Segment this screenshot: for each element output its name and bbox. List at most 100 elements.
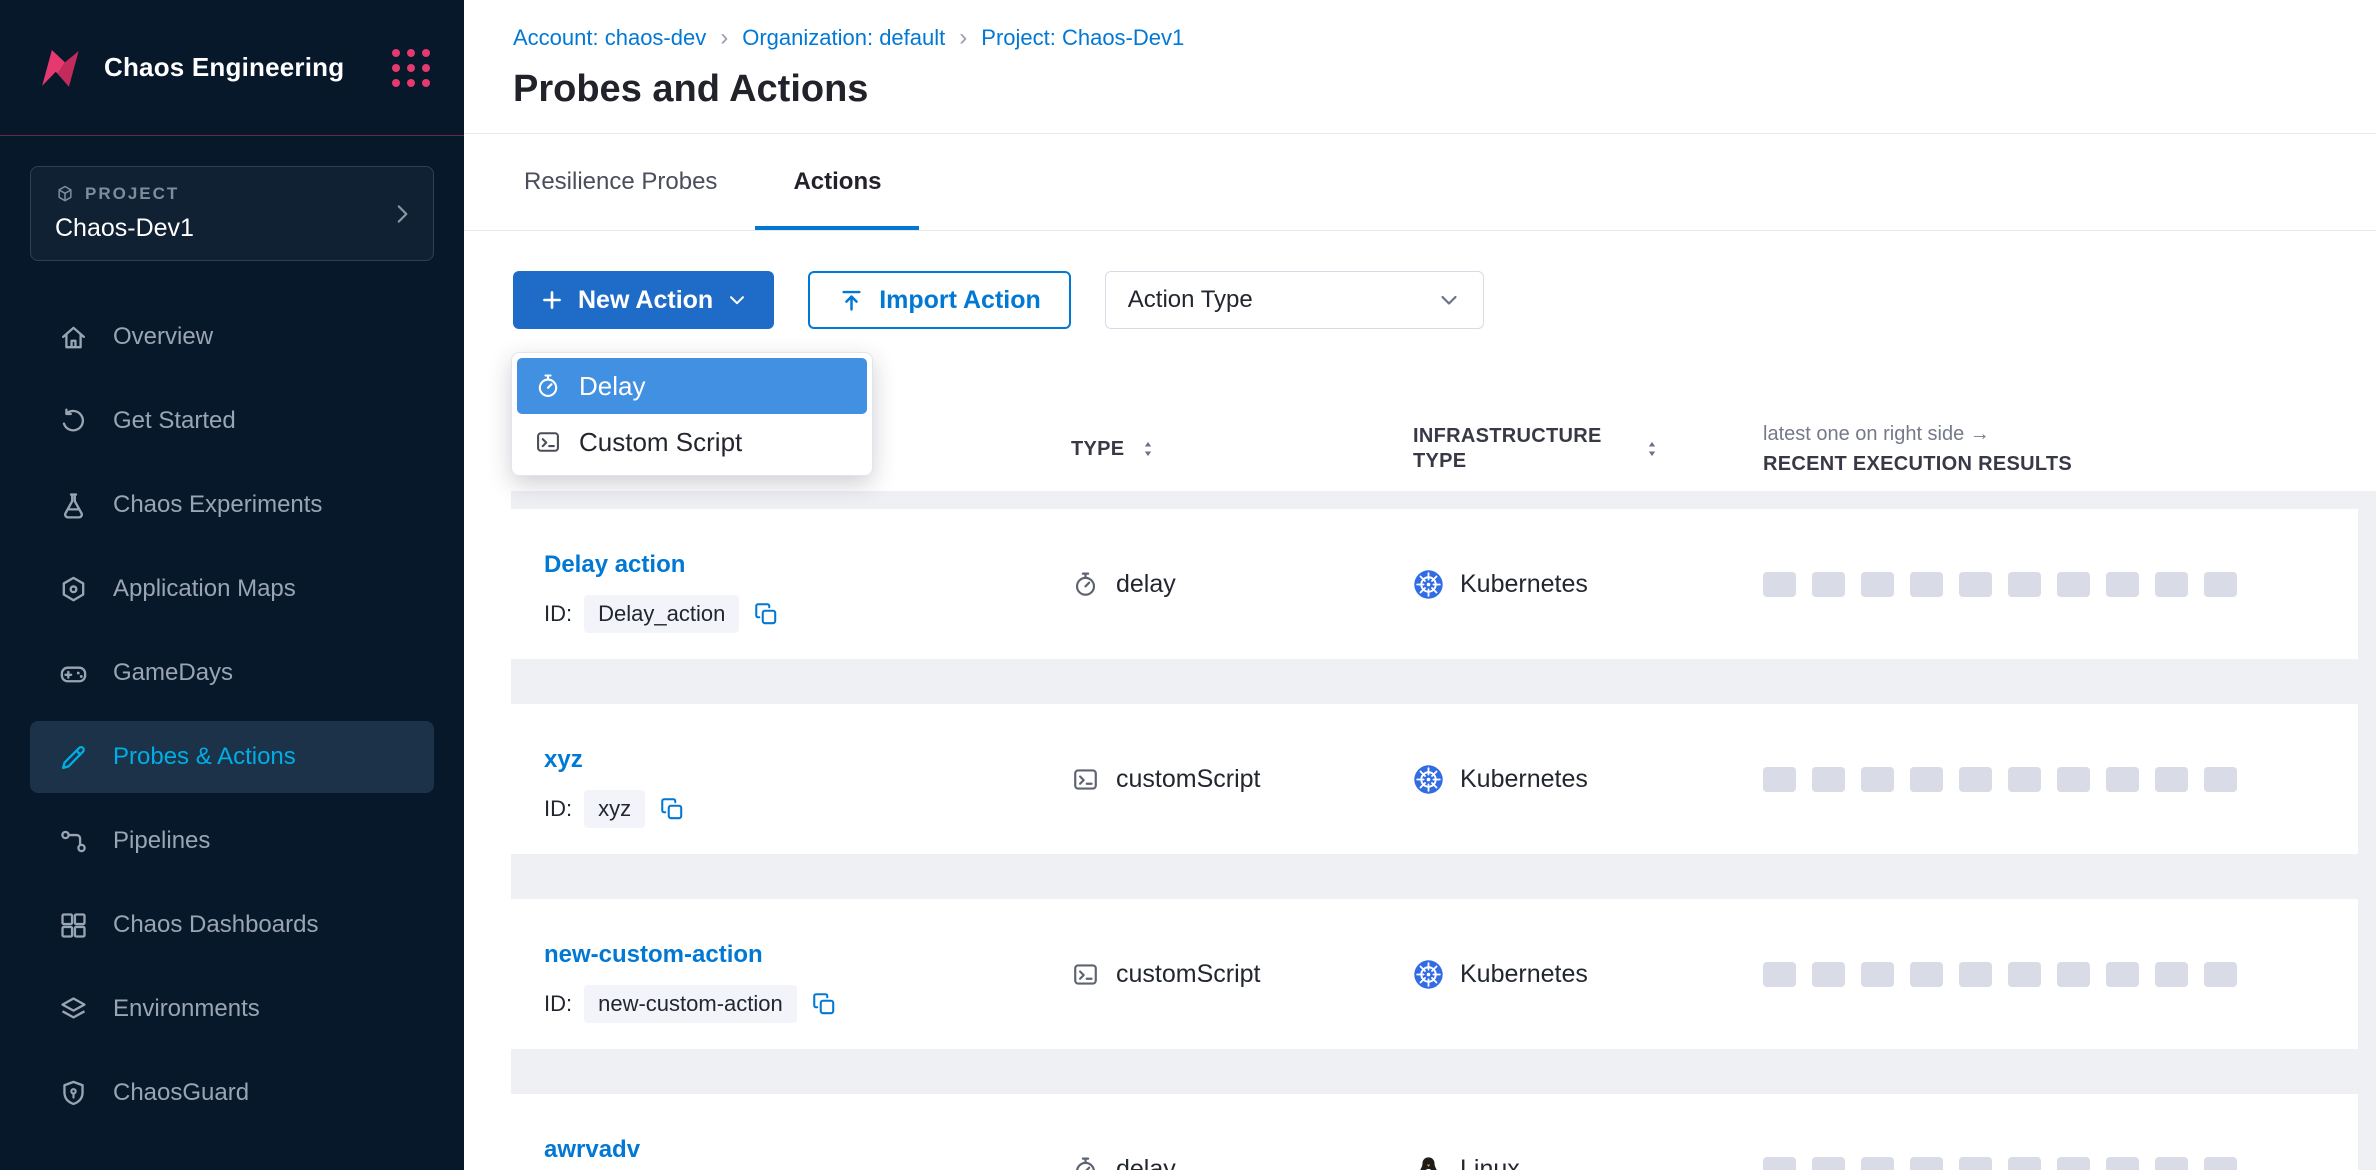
pipeline-icon [58, 826, 89, 857]
execution-result-placeholder [1763, 572, 1796, 597]
script-icon [1071, 765, 1100, 794]
table-row[interactable]: new-custom-action ID: new-custom-action … [511, 899, 2358, 1049]
tab-resilience-probes[interactable]: Resilience Probes [486, 134, 755, 230]
table-header-results: latest one on right side → RECENT EXECUT… [1763, 423, 2358, 476]
sidebar-item-chaosguard[interactable]: ChaosGuard [30, 1057, 434, 1129]
table-row[interactable]: Delay action ID: Delay_action delay Kube… [511, 509, 2358, 659]
execution-result-placeholder [1812, 1157, 1845, 1170]
sidebar-item-pipelines[interactable]: Pipelines [30, 805, 434, 877]
sidebar: Chaos Engineering PROJECT Chaos-Dev1 Ove… [0, 0, 464, 1170]
script-icon [534, 428, 562, 456]
execution-result-placeholder [1861, 962, 1894, 987]
chevron-down-icon [726, 289, 748, 311]
sidebar-item-chaos-experiments[interactable]: Chaos Experiments [30, 469, 434, 541]
execution-result-placeholder [1910, 767, 1943, 792]
new-action-button[interactable]: New Action [513, 271, 774, 329]
sort-icon[interactable] [1642, 439, 1662, 459]
upload-icon [838, 287, 865, 314]
plus-icon [539, 287, 565, 313]
execution-result-placeholder [2057, 767, 2090, 792]
sidebar-item-application-maps[interactable]: Application Maps [30, 553, 434, 625]
flask-icon [58, 490, 89, 521]
execution-result-placeholder [1812, 767, 1845, 792]
execution-result-placeholder [2008, 962, 2041, 987]
infrastructure-cell: Kubernetes [1413, 959, 1763, 990]
execution-result-placeholder [1812, 572, 1845, 597]
action-type-cell: customScript [1071, 765, 1413, 794]
execution-result-placeholder [1959, 1157, 1992, 1170]
tab-actions[interactable]: Actions [755, 134, 919, 230]
copy-icon[interactable] [811, 991, 837, 1017]
action-name-link[interactable]: awrvadv [544, 1136, 640, 1164]
action-name-link[interactable]: new-custom-action [544, 941, 763, 969]
page-header: Account: chaos-dev › Organization: defau… [464, 0, 2376, 134]
menu-item-custom-script[interactable]: Custom Script [517, 414, 867, 470]
breadcrumb-account-link[interactable]: Account: chaos-dev [513, 25, 706, 51]
stopwatch-icon [1071, 1155, 1100, 1170]
app-window: Chaos Engineering PROJECT Chaos-Dev1 Ove… [0, 0, 2376, 1170]
execution-result-placeholder [2204, 767, 2237, 792]
chevron-right-icon [389, 201, 415, 227]
hexagon-icon [58, 574, 89, 605]
execution-result-placeholder [1861, 1157, 1894, 1170]
results-note: latest one on right side → [1763, 423, 2358, 446]
project-name: Chaos-Dev1 [55, 214, 409, 243]
results-title: RECENT EXECUTION RESULTS [1763, 453, 2358, 476]
breadcrumb-project-link[interactable]: Project: Chaos-Dev1 [981, 25, 1184, 51]
copy-icon[interactable] [753, 601, 779, 627]
recent-execution-results [1763, 767, 2358, 792]
table-header-type: TYPE [1071, 438, 1413, 461]
kubernetes-icon [1413, 569, 1444, 600]
sidebar-item-probes-actions[interactable]: Probes & Actions [30, 721, 434, 793]
import-action-button[interactable]: Import Action [808, 271, 1071, 329]
module-grid-icon[interactable] [392, 49, 430, 87]
sidebar-item-gamedays[interactable]: GameDays [30, 637, 434, 709]
execution-result-placeholder [1910, 572, 1943, 597]
copy-icon[interactable] [659, 796, 685, 822]
project-cube-icon [55, 184, 75, 204]
sidebar-item-overview[interactable]: Overview [30, 301, 434, 373]
brand-title: Chaos Engineering [104, 52, 344, 83]
execution-result-placeholder [2008, 1157, 2041, 1170]
execution-result-placeholder [2155, 767, 2188, 792]
breadcrumb: Account: chaos-dev › Organization: defau… [513, 24, 2376, 52]
kubernetes-icon [1413, 959, 1444, 990]
table-header-infrastructure: INFRASTRUCTURE TYPE [1413, 424, 1763, 474]
restart-icon [58, 406, 89, 437]
infrastructure-cell: Linux [1413, 1154, 1763, 1170]
table-row[interactable]: awrvadv ID: awrvadv delay Linux [511, 1094, 2358, 1170]
sidebar-item-chaos-dashboards[interactable]: Chaos Dashboards [30, 889, 434, 961]
sidebar-nav: Overview Get Started Chaos Experiments A… [0, 301, 464, 1129]
action-type-cell: delay [1071, 570, 1413, 599]
table-row[interactable]: xyz ID: xyz customScript Kubernetes [511, 704, 2358, 854]
sidebar-item-environments[interactable]: Environments [30, 973, 434, 1045]
execution-result-placeholder [2106, 1157, 2139, 1170]
id-label: ID: [544, 796, 572, 822]
action-type-cell: delay [1071, 1155, 1413, 1170]
project-selector[interactable]: PROJECT Chaos-Dev1 [30, 166, 434, 261]
stopwatch-icon [534, 372, 562, 400]
id-label: ID: [544, 601, 572, 627]
action-type-filter[interactable]: Action Type [1105, 271, 1484, 329]
execution-result-placeholder [1910, 1157, 1943, 1170]
sort-icon[interactable] [1138, 439, 1158, 459]
action-name-link[interactable]: Delay action [544, 551, 685, 579]
script-icon [1071, 960, 1100, 989]
dashboard-icon [58, 910, 89, 941]
sidebar-item-get-started[interactable]: Get Started [30, 385, 434, 457]
id-label: ID: [544, 991, 572, 1017]
execution-result-placeholder [2106, 767, 2139, 792]
action-id-chip: xyz [584, 790, 645, 828]
page-title: Probes and Actions [513, 68, 2376, 111]
execution-result-placeholder [1910, 962, 1943, 987]
menu-item-delay[interactable]: Delay [517, 358, 867, 414]
breadcrumb-organization-link[interactable]: Organization: default [742, 25, 945, 51]
execution-result-placeholder [2204, 572, 2237, 597]
execution-result-placeholder [2008, 767, 2041, 792]
execution-result-placeholder [2057, 962, 2090, 987]
action-name-link[interactable]: xyz [544, 746, 583, 774]
tab-bar: Resilience Probes Actions [464, 134, 2376, 231]
layers-icon [58, 994, 89, 1025]
execution-result-placeholder [2057, 1157, 2090, 1170]
infrastructure-cell: Kubernetes [1413, 764, 1763, 795]
